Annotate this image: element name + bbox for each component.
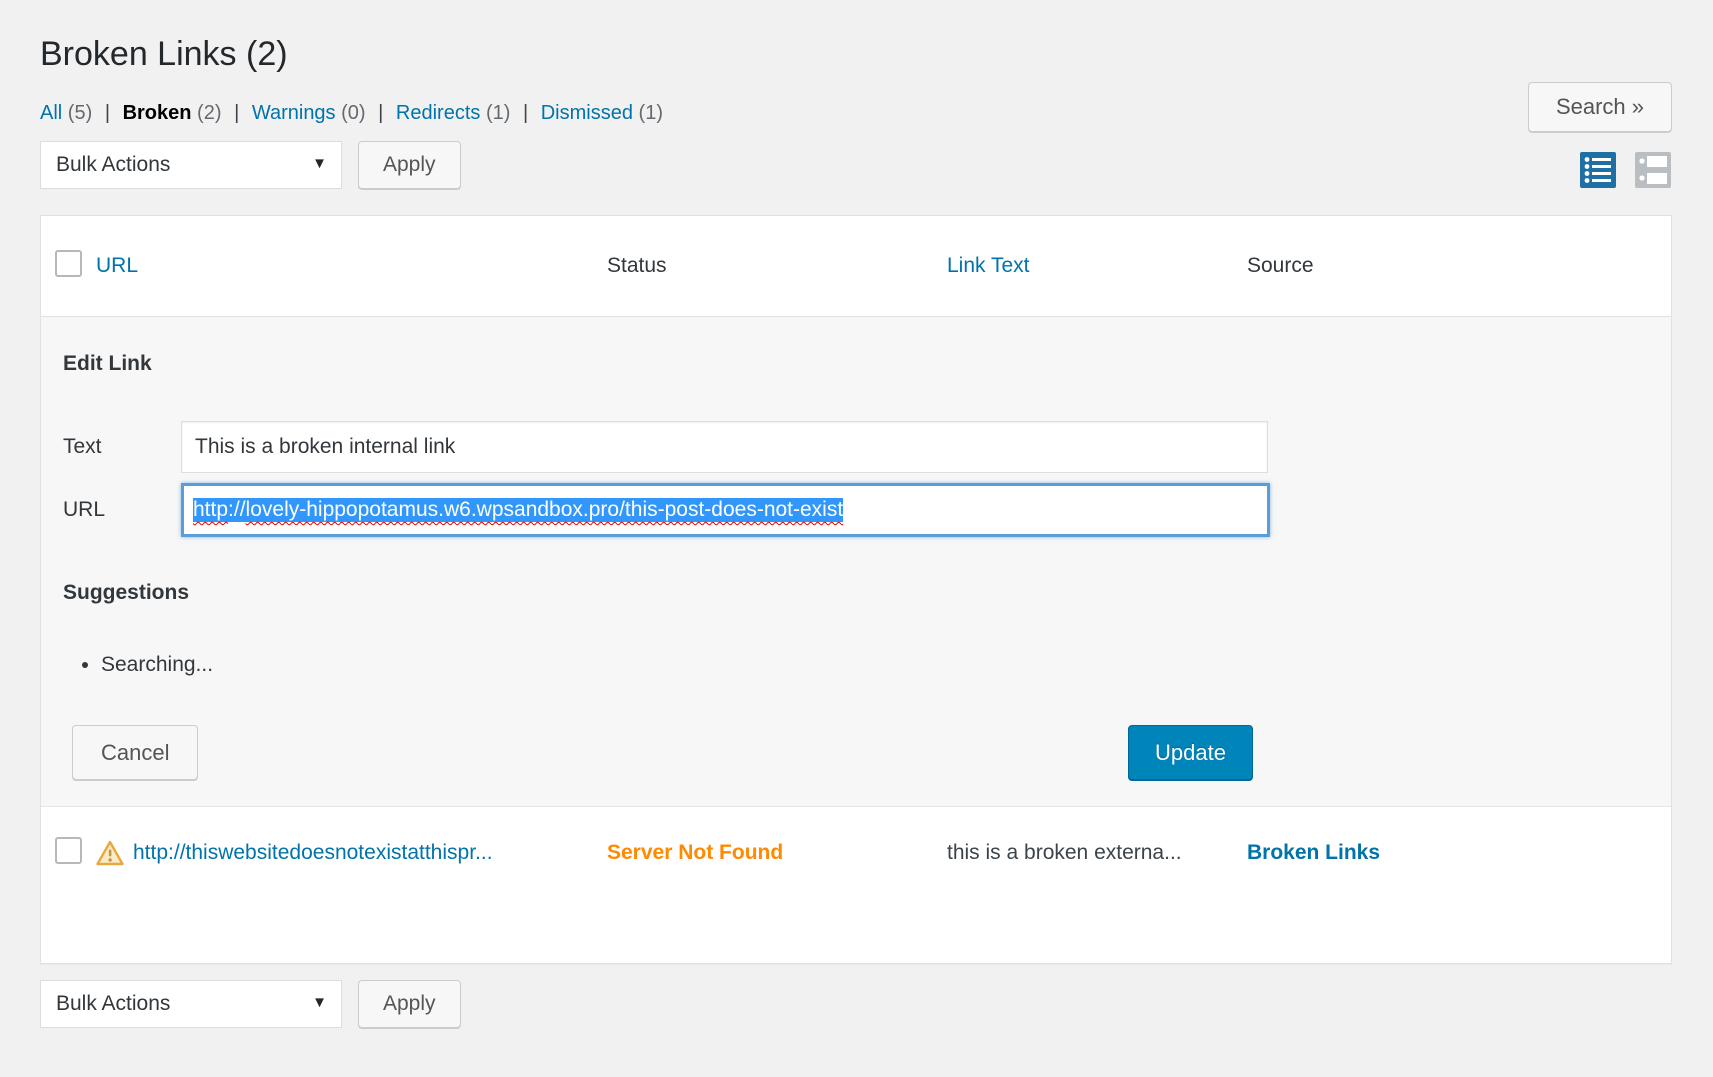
warning-icon (96, 840, 124, 866)
link-text-input[interactable] (181, 421, 1268, 473)
row-select-cell (41, 837, 96, 869)
status-badge: Server Not Found (571, 841, 911, 865)
filter-item-redirects: Redirects (1) (396, 102, 511, 124)
filter-link-all[interactable]: All (40, 102, 62, 124)
row-source-cell: Broken Links (1211, 841, 1671, 865)
search-button[interactable]: Search » (1528, 82, 1672, 132)
filter-count: (1) (486, 102, 510, 124)
cancel-button[interactable]: Cancel (72, 725, 198, 780)
filter-link-broken[interactable]: Broken (123, 102, 192, 124)
apply-button-bottom[interactable]: Apply (358, 980, 461, 1028)
table-header-row: URL Status Link Text Source (41, 216, 1671, 316)
top-toolbar: Bulk Actions Apply (40, 141, 1672, 189)
list-view-icon[interactable] (1579, 151, 1617, 189)
link-url-input[interactable]: http://lovely-hippopotamus.w6.wpsandbox.… (181, 483, 1270, 537)
inline-edit-panel: Edit Link Text URL http://lovely-hippopo… (41, 316, 1671, 807)
url-field-label: URL (63, 498, 181, 522)
filter-count: (0) (341, 102, 365, 124)
filter-item-all: All (5) (40, 102, 92, 124)
admin-page: Broken Links (2) Search » All (5) | Brok… (40, 0, 1672, 1028)
url-selected-text: lovely-hippopotamus.w6.wpsandbox.pro/thi… (246, 498, 844, 522)
page-title: Broken Links (2) (40, 0, 1672, 76)
row-link-text: this is a broken externa... (911, 841, 1211, 865)
select-all-cell (41, 250, 96, 282)
links-table: URL Status Link Text Source Edit Link Te… (40, 215, 1672, 964)
filter-separator: | (523, 102, 528, 124)
filter-link-dismissed[interactable]: Dismissed (541, 102, 633, 124)
filter-item-warnings: Warnings (0) (252, 102, 366, 124)
apply-button[interactable]: Apply (358, 141, 461, 189)
bulk-actions-selected-value: Bulk Actions (41, 981, 341, 1027)
source-link[interactable]: Broken Links (1247, 841, 1380, 864)
filter-count: (2) (197, 102, 221, 124)
column-header-source: Source (1211, 254, 1671, 278)
filter-separator: | (105, 102, 110, 124)
broken-url-link[interactable]: http://thiswebsitedoesnotexistatthispr..… (133, 841, 493, 865)
url-selected-text: :// (228, 498, 246, 522)
filter-link-redirects[interactable]: Redirects (396, 102, 480, 124)
filter-item-dismissed: Dismissed (1) (541, 102, 663, 124)
edit-link-heading: Edit Link (63, 351, 1671, 377)
filter-link-warnings[interactable]: Warnings (252, 102, 336, 124)
filter-separator: | (378, 102, 383, 124)
suggestions-status: Searching... (101, 651, 1671, 679)
suggestions-list: Searching... (63, 651, 1671, 679)
table-empty-space (41, 899, 1671, 963)
url-field-row: URL http://lovely-hippopotamus.w6.wpsand… (63, 483, 1671, 537)
text-field-row: Text (63, 421, 1671, 473)
row-checkbox[interactable] (55, 837, 82, 864)
bottom-toolbar: Bulk Actions Apply (40, 980, 1672, 1028)
filter-separator: | (234, 102, 239, 124)
sort-by-link-text-link[interactable]: Link Text (947, 254, 1030, 277)
column-header-url: URL (96, 254, 571, 278)
excerpt-view-icon[interactable] (1634, 151, 1672, 189)
view-mode-toggle (1579, 151, 1672, 189)
table-row: http://thiswebsitedoesnotexistatthispr..… (41, 807, 1671, 899)
update-button[interactable]: Update (1128, 725, 1253, 780)
column-header-link-text: Link Text (911, 254, 1211, 278)
filter-item-broken: Broken (2) (123, 102, 222, 124)
sort-by-url-link[interactable]: URL (96, 254, 138, 277)
url-selected-text: http (193, 498, 228, 522)
text-field-label: Text (63, 435, 181, 459)
bulk-actions-select[interactable]: Bulk Actions (40, 141, 342, 189)
bulk-actions-select-bottom[interactable]: Bulk Actions (40, 980, 342, 1028)
column-header-status: Status (571, 254, 911, 278)
suggestions-heading: Suggestions (63, 579, 1671, 607)
filter-links: All (5) | Broken (2) | Warnings (0) | Re… (40, 102, 1672, 125)
bulk-actions-selected-value: Bulk Actions (41, 142, 341, 188)
filter-count: (1) (639, 102, 663, 124)
row-url-cell: http://thiswebsitedoesnotexistatthispr..… (96, 840, 571, 866)
filter-count: (5) (68, 102, 92, 124)
edit-panel-buttons: Cancel Update (63, 725, 1253, 780)
select-all-checkbox[interactable] (55, 250, 82, 277)
